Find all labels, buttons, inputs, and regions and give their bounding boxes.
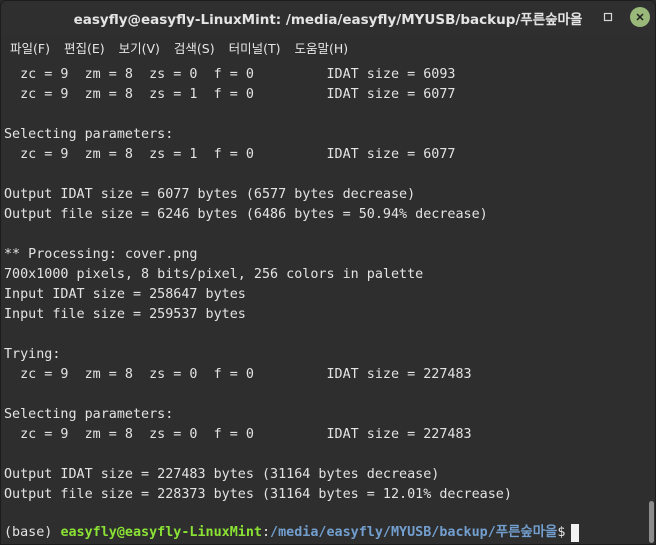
terminal-line: Output file size = 6246 bytes (6486 byte… <box>4 207 488 222</box>
maximize-icon <box>603 12 613 22</box>
terminal-line: Output IDAT size = 6077 bytes (6577 byte… <box>4 187 416 202</box>
scrollbar-thumb[interactable] <box>649 501 654 543</box>
menu-edit[interactable]: 편집(E) <box>57 35 112 60</box>
terminal-line: Output file size = 228373 bytes (31164 b… <box>4 487 512 502</box>
terminal-line: zc = 9 zm = 8 zs = 0 f = 0 IDAT size = 2… <box>4 427 472 442</box>
terminal-line: zc = 9 zm = 8 zs = 1 f = 0 IDAT size = 6… <box>4 147 456 162</box>
menu-view[interactable]: 보기(V) <box>112 35 167 60</box>
conda-env-label: (base) <box>4 525 61 540</box>
close-button[interactable] <box>630 7 650 27</box>
close-icon <box>636 13 644 21</box>
prompt-path: /media/easyfly/MYUSB/backup/푸른숲마을 <box>270 525 558 540</box>
terminal-line: Selecting parameters: <box>4 127 174 142</box>
terminal-line: Output IDAT size = 227483 bytes (31164 b… <box>4 467 440 482</box>
terminal-line: zc = 9 zm = 8 zs = 0 f = 0 IDAT size = 2… <box>4 367 472 382</box>
minimize-icon <box>574 16 580 18</box>
terminal-output-area[interactable]: zc = 9 zm = 8 zs = 0 f = 0 IDAT size = 6… <box>1 61 655 544</box>
menu-file[interactable]: 파일(F) <box>3 35 57 60</box>
prompt-separator: : <box>261 525 271 540</box>
maximize-button[interactable] <box>598 7 618 27</box>
terminal-line: zc = 9 zm = 8 zs = 1 f = 0 IDAT size = 6… <box>4 87 456 102</box>
window-title: easyfly@easyfly-LinuxMint: /media/easyfl… <box>73 11 583 28</box>
terminal-line: zc = 9 zm = 8 zs = 0 f = 0 IDAT size = 6… <box>4 67 456 82</box>
terminal-lines: zc = 9 zm = 8 zs = 0 f = 0 IDAT size = 6… <box>4 65 512 505</box>
terminal-line: Trying: <box>4 347 61 362</box>
terminal-line: ** Processing: cover.png <box>4 247 198 262</box>
shell-prompt[interactable]: (base) easyfly@easyfly-LinuxMint:/media/… <box>4 523 580 543</box>
menu-search[interactable]: 검색(S) <box>167 35 222 60</box>
menu-terminal[interactable]: 터미널(T) <box>222 35 288 60</box>
prompt-symbol: $ <box>557 525 566 540</box>
menu-help[interactable]: 도움말(H) <box>288 35 356 60</box>
terminal-line: 700x1000 pixels, 8 bits/pixel, 256 color… <box>4 267 424 282</box>
terminal-line: Selecting parameters: <box>4 407 174 422</box>
minimize-button[interactable] <box>567 7 587 27</box>
text-cursor <box>571 524 580 542</box>
terminal-line: Input IDAT size = 258647 bytes <box>4 287 246 302</box>
menu-bar: 파일(F) 편집(E) 보기(V) 검색(S) 터미널(T) 도움말(H) <box>1 34 655 61</box>
title-bar[interactable]: easyfly@easyfly-LinuxMint: /media/easyfl… <box>1 1 655 34</box>
prompt-user-host: easyfly@easyfly-LinuxMint <box>60 525 262 540</box>
terminal-window: easyfly@easyfly-LinuxMint: /media/easyfl… <box>0 0 656 545</box>
terminal-line: Input file size = 259537 bytes <box>4 307 246 322</box>
